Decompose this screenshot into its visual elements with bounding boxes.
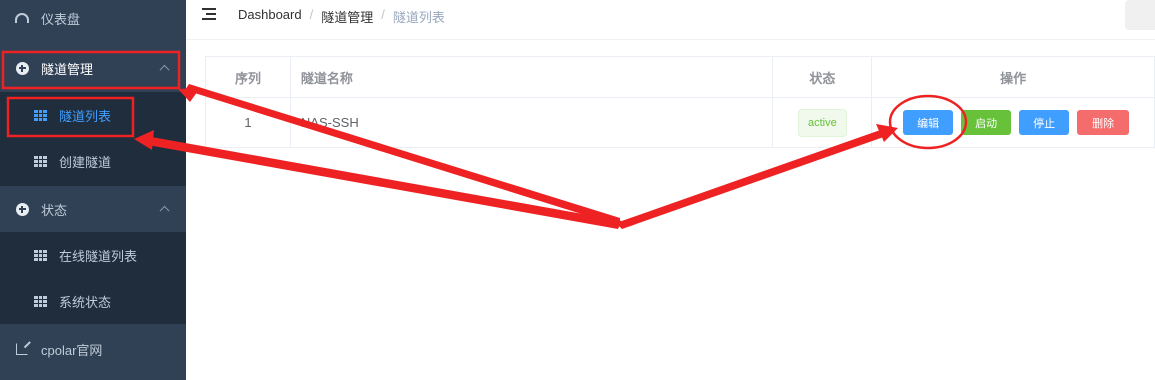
sidebar-item-label: 状态 (41, 202, 68, 218)
cell-index: 1 (206, 98, 291, 147)
sidebar-item-label: 系统状态 (59, 294, 112, 310)
sidebar-item-label: 仪表盘 (41, 11, 81, 27)
sidebar: 仪表盘 隧道管理 隧道列表 创建隧道 状态 在线隧道列表 系统状态 cpolar… (0, 0, 186, 380)
start-button[interactable]: 启动 (961, 110, 1012, 135)
chevron-up-icon (159, 64, 170, 75)
sidebar-item-label: 创建隧道 (59, 154, 112, 170)
sidebar-item-tunnel-list[interactable]: 隧道列表 (0, 92, 186, 138)
external-link-icon (15, 342, 29, 356)
breadcrumb-separator: / (309, 7, 314, 22)
stop-button[interactable]: 停止 (1019, 110, 1070, 135)
cell-tunnel-name: NAS-SSH (291, 98, 774, 147)
column-header-actions: 操作 (872, 57, 1155, 97)
status-badge: active (797, 108, 847, 137)
navbar: Dashboard / 隧道管理 / 隧道列表 (186, 0, 1155, 40)
cell-status: active (773, 98, 873, 147)
sidebar-item-tunnel-management[interactable]: 隧道管理 (0, 46, 186, 90)
table-header-row: 序列 隧道名称 状态 操作 (206, 57, 1155, 98)
column-header-index: 序列 (206, 57, 291, 97)
submenu-tunnel-management: 隧道列表 创建隧道 (0, 92, 186, 186)
breadcrumb-item-tunnel-management[interactable]: 隧道管理 (321, 7, 373, 26)
annotation-arrow (142, 136, 622, 229)
table-icon (33, 294, 47, 308)
avatar[interactable] (1125, 0, 1155, 30)
table-header: 序列 隧道名称 状态 操作 (206, 57, 1155, 98)
breadcrumb: Dashboard / 隧道管理 / 隧道列表 (238, 7, 445, 26)
tunnel-table: 序列 隧道名称 状态 操作 1 NAS-SSH active 编辑 启动 停止 (205, 56, 1155, 148)
app: 仪表盘 隧道管理 隧道列表 创建隧道 状态 在线隧道列表 系统状态 cpolar… (0, 0, 1155, 380)
row-actions: 编辑 启动 停止 删除 (899, 110, 1133, 135)
sidebar-item-online-tunnels[interactable]: 在线隧道列表 (0, 232, 186, 278)
sidebar-item-label: cpolar官网 (41, 342, 103, 358)
edit-button[interactable]: 编辑 (903, 110, 954, 135)
sidebar-item-status[interactable]: 状态 (0, 187, 186, 231)
plus-circle-icon (15, 61, 29, 75)
delete-button[interactable]: 删除 (1077, 110, 1130, 135)
column-header-name: 隧道名称 (291, 57, 774, 97)
sidebar-item-dashboard[interactable]: 仪表盘 (0, 0, 186, 36)
breadcrumb-item-tunnel-list: 隧道列表 (392, 10, 445, 25)
breadcrumb-item-dashboard[interactable]: Dashboard (238, 7, 302, 26)
chevron-up-icon (159, 205, 170, 216)
dashboard-icon (15, 11, 29, 25)
table-icon (33, 108, 47, 122)
hamburger-icon[interactable] (202, 8, 216, 20)
sidebar-item-system-status[interactable]: 系统状态 (0, 278, 186, 324)
column-header-status: 状态 (773, 57, 873, 97)
table-body: 1 NAS-SSH active 编辑 启动 停止 删除 (206, 98, 1155, 148)
cell-actions: 编辑 启动 停止 删除 (872, 98, 1155, 147)
sidebar-item-cpolar-site[interactable]: cpolar官网 (0, 327, 186, 371)
breadcrumb-separator: / (381, 7, 385, 22)
table-icon (33, 154, 47, 168)
submenu-status: 在线隧道列表 系统状态 (0, 232, 186, 324)
table-icon (33, 248, 47, 262)
sidebar-item-label: 隧道管理 (41, 61, 94, 77)
sidebar-item-label: 在线隧道列表 (59, 248, 138, 264)
plus-circle-icon (15, 202, 29, 216)
table-row: 1 NAS-SSH active 编辑 启动 停止 删除 (206, 98, 1155, 148)
sidebar-item-create-tunnel[interactable]: 创建隧道 (0, 138, 186, 184)
sidebar-item-label: 隧道列表 (59, 108, 112, 124)
